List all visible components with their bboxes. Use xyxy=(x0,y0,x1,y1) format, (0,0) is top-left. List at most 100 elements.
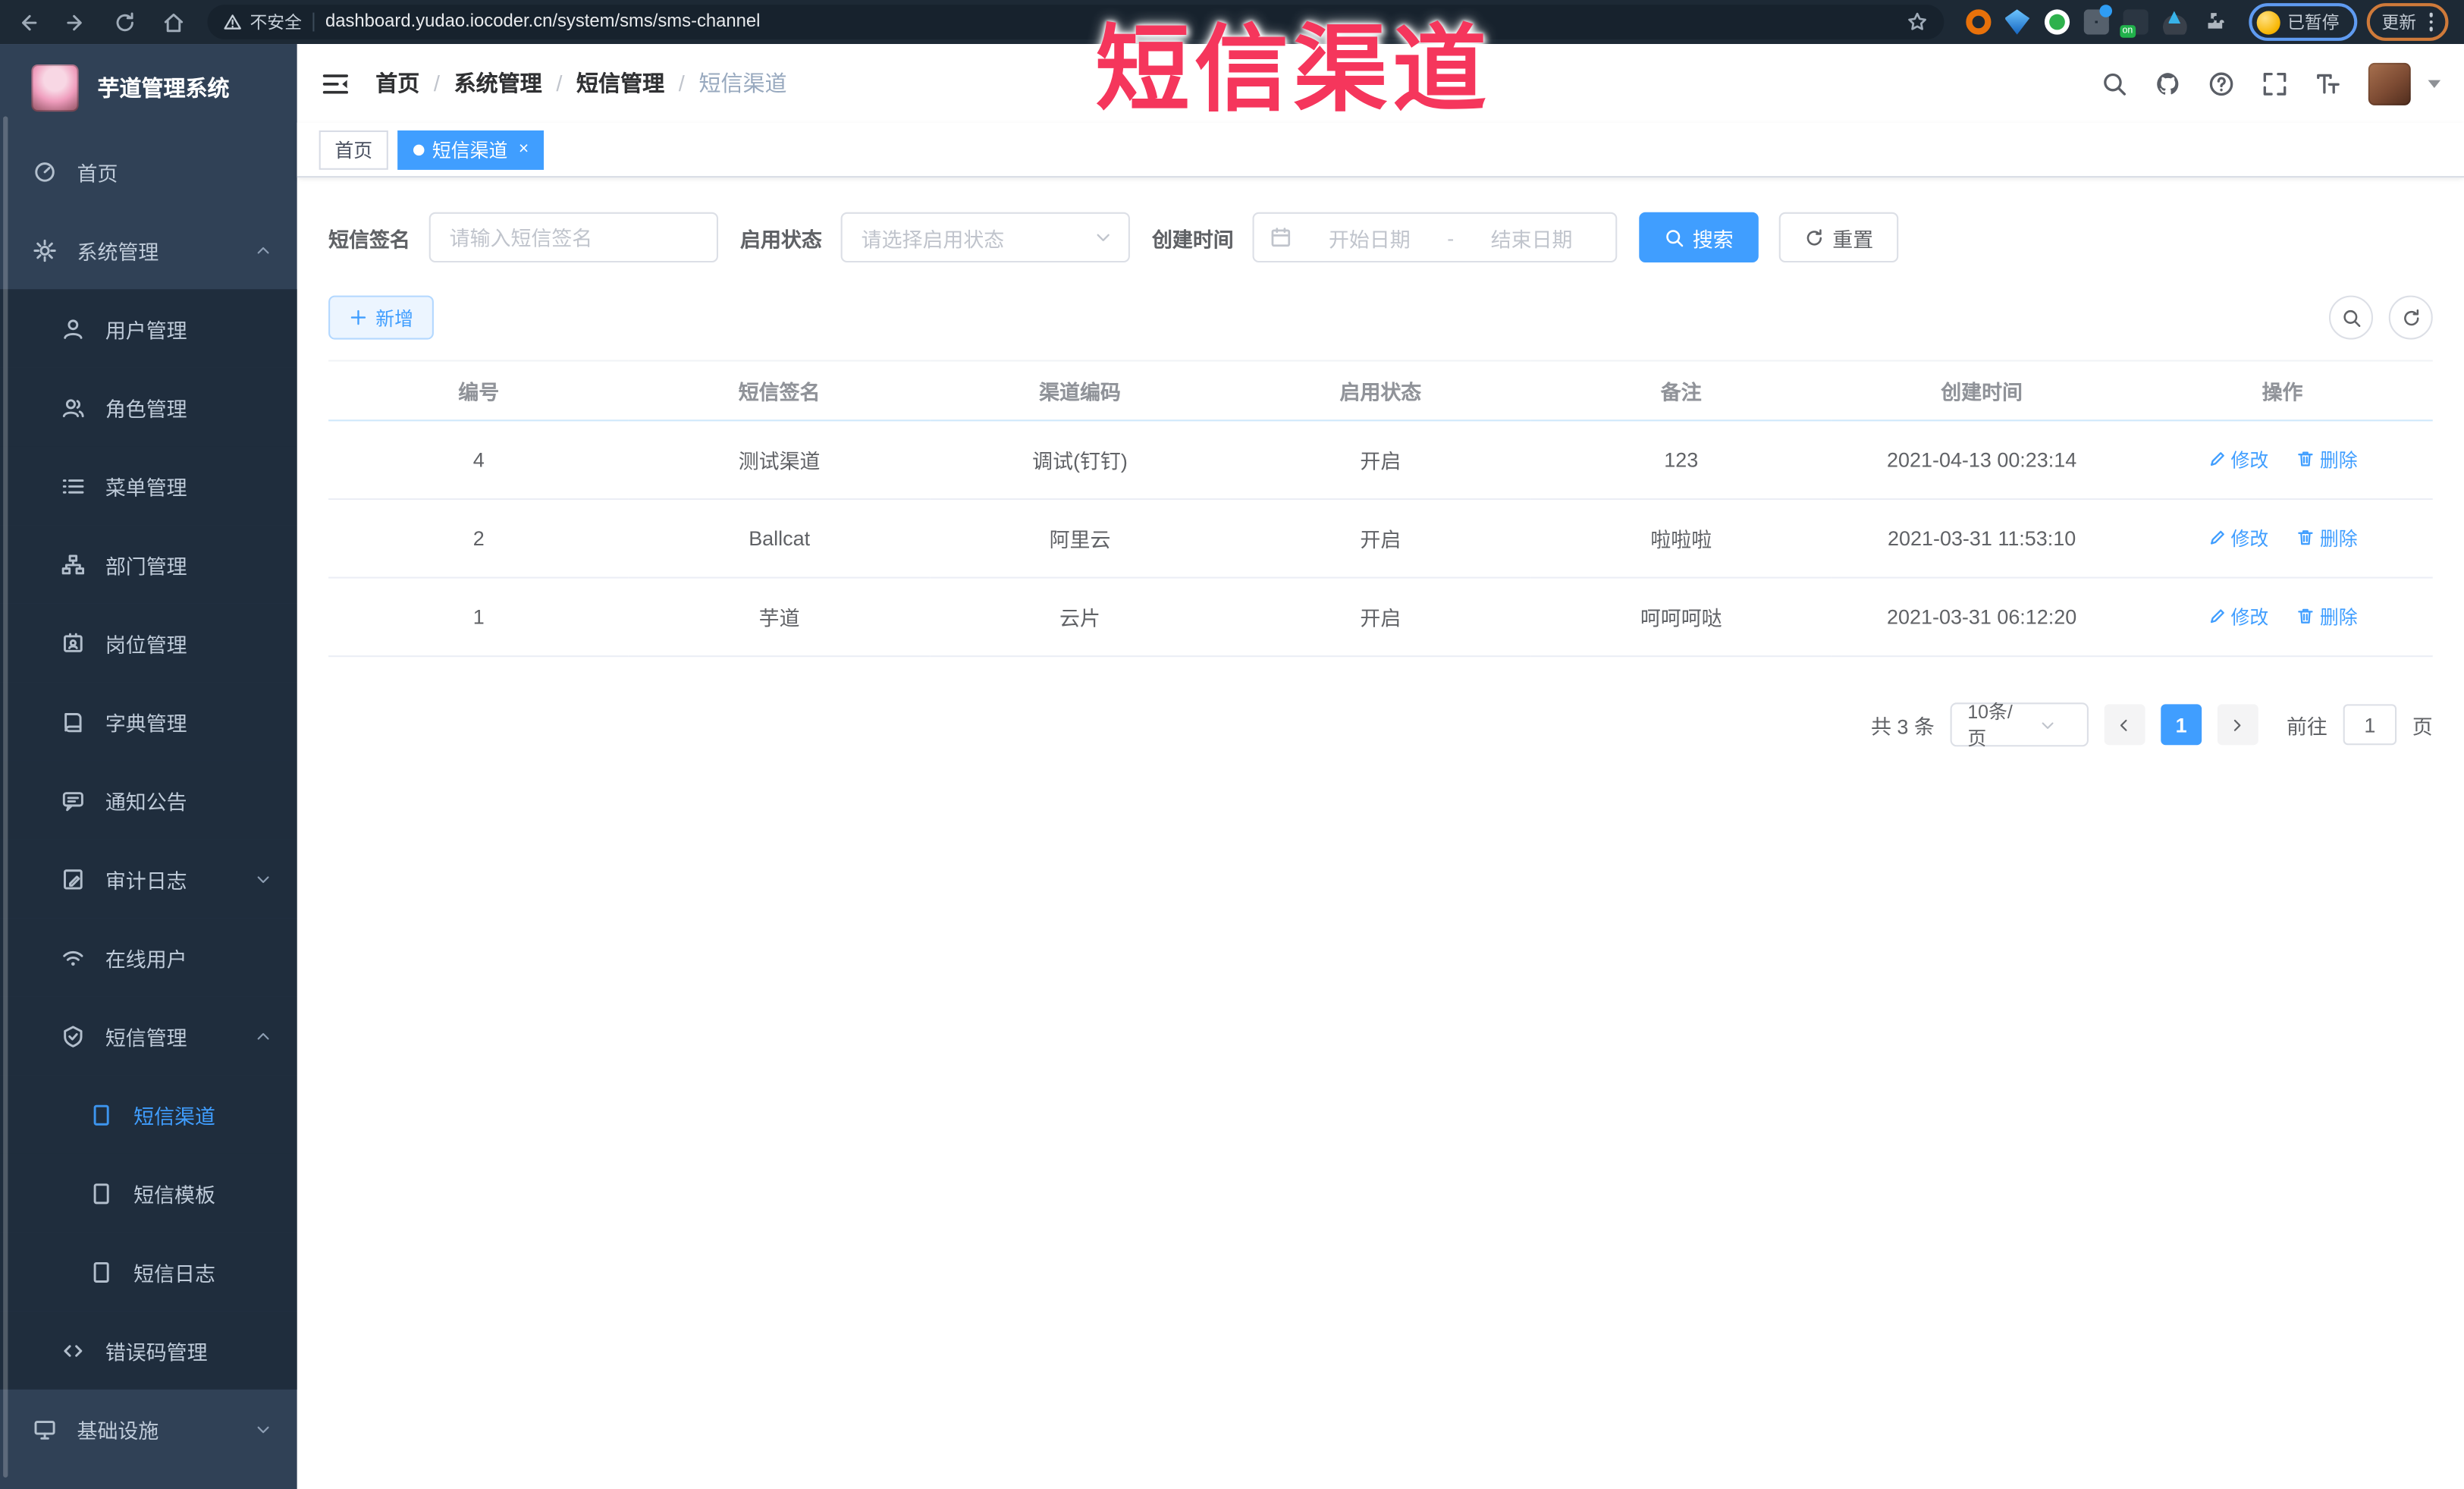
trash-icon xyxy=(2296,529,2315,548)
search-button[interactable]: 搜索 xyxy=(1639,212,1759,263)
github-icon[interactable] xyxy=(2155,70,2181,96)
delete-link[interactable]: 删除 xyxy=(2296,446,2358,473)
breadcrumb-home[interactable]: 首页 xyxy=(375,68,419,99)
sidebar-item-system[interactable]: 系统管理 xyxy=(0,211,297,290)
col-created: 创建时间 xyxy=(1831,360,2133,422)
add-button[interactable]: 新增 xyxy=(328,295,434,340)
sidebar-item-infra[interactable]: 基础设施 xyxy=(0,1390,297,1469)
sidebar-item-auditlog[interactable]: 审计日志 xyxy=(0,839,297,919)
paused-badge-label: 已暂停 xyxy=(2287,14,2340,33)
sidebar-item-errorcode[interactable]: 错误码管理 xyxy=(0,1311,297,1390)
bookmark-star-icon[interactable] xyxy=(1906,11,1928,33)
refresh-icon xyxy=(2400,307,2421,328)
page-size-select[interactable]: 10条/页 xyxy=(1950,701,2089,749)
sidebar-item-label: 通知公告 xyxy=(105,790,187,814)
sidebar-logo[interactable]: 芋道管理系统 xyxy=(0,44,297,132)
cell-id: 4 xyxy=(328,420,629,500)
status-select[interactable]: 请选择启用状态 xyxy=(840,212,1130,263)
cell-id: 1 xyxy=(328,577,629,658)
cell-code: 云片 xyxy=(929,577,1231,658)
cell-remark: 呵呵呵哒 xyxy=(1530,577,1832,658)
fullscreen-icon[interactable] xyxy=(2262,70,2288,96)
extension-onoff-icon[interactable]: on xyxy=(2119,9,2148,38)
toggle-search-button[interactable] xyxy=(2328,295,2374,340)
date-range-picker[interactable]: 开始日期 - 结束日期 xyxy=(1252,212,1618,263)
sidebar-item-label: 在线用户 xyxy=(105,947,187,971)
start-date-placeholder[interactable]: 开始日期 xyxy=(1301,222,1438,252)
reset-button[interactable]: 重置 xyxy=(1778,212,1899,263)
forward-icon[interactable] xyxy=(64,10,88,33)
home-icon[interactable] xyxy=(162,10,185,33)
cell-actions: 修改 删除 xyxy=(2132,498,2433,579)
breadcrumb-sms[interactable]: 短信管理 xyxy=(576,68,664,99)
status-select-placeholder: 请选择启用状态 xyxy=(861,227,1005,251)
help-icon[interactable] xyxy=(2208,70,2234,96)
sidebar-item-menus[interactable]: 菜单管理 xyxy=(0,446,297,526)
font-size-icon[interactable] xyxy=(2315,70,2341,96)
extension-sprout-icon[interactable] xyxy=(2161,9,2187,35)
address-bar[interactable]: 不安全 dashboard.yudao.iocoder.cn/system/sm… xyxy=(207,5,1944,39)
back-icon[interactable] xyxy=(16,10,39,33)
sidebar-item-depts[interactable]: 部门管理 xyxy=(0,525,297,604)
sidebar-item-users[interactable]: 用户管理 xyxy=(0,289,297,368)
breadcrumb: 首页 / 系统管理 / 短信管理 / 短信渠道 xyxy=(375,68,786,99)
sidebar-item-label: 短信日志 xyxy=(133,1261,215,1286)
tab-close-icon[interactable]: × xyxy=(519,140,529,158)
refresh-table-button[interactable] xyxy=(2388,295,2433,340)
sidebar-item-label: 短信管理 xyxy=(105,1026,187,1050)
sidebar-item-sms-template[interactable]: 短信模板 xyxy=(0,1153,297,1233)
delete-link[interactable]: 删除 xyxy=(2296,525,2358,551)
sidebar-item-online-users[interactable]: 在线用户 xyxy=(0,918,297,997)
update-badge[interactable]: 更新 xyxy=(2365,3,2449,41)
sidebar-item-home[interactable]: 首页 xyxy=(0,132,297,211)
browser-menu-icon[interactable] xyxy=(2428,13,2433,31)
url-divider xyxy=(312,12,315,32)
edit-link[interactable]: 修改 xyxy=(2207,525,2268,551)
search-icon[interactable] xyxy=(2101,70,2128,96)
active-tab-dot xyxy=(413,143,425,155)
tab-home[interactable]: 首页 xyxy=(319,129,388,169)
sidebar-item-dict[interactable]: 字典管理 xyxy=(0,682,297,761)
goto-page-input[interactable] xyxy=(2343,704,2397,746)
breadcrumb-system[interactable]: 系统管理 xyxy=(454,68,542,99)
table-row: 2 Ballcat 阿里云 开启 啦啦啦 2021-03-31 11:53:10… xyxy=(328,498,2433,579)
signature-input[interactable] xyxy=(428,212,719,263)
user-avatar[interactable] xyxy=(2368,61,2411,105)
prev-page-button[interactable] xyxy=(2104,704,2145,746)
avatar-caret-icon[interactable] xyxy=(2428,79,2441,88)
edit-link[interactable]: 修改 xyxy=(2207,446,2268,473)
delete-link[interactable]: 删除 xyxy=(2296,603,2358,630)
cell-code: 阿里云 xyxy=(929,498,1231,579)
filter-form: 短信签名 启用状态 请选择启用状态 创建时间 开始日期 - 结束日期 xyxy=(328,212,2433,263)
sidebar-item-notice[interactable]: 通知公告 xyxy=(0,760,297,840)
cell-status: 开启 xyxy=(1230,420,1531,500)
book-icon xyxy=(61,710,85,734)
extension-grid-icon[interactable] xyxy=(2083,5,2111,35)
menu-list-icon xyxy=(61,474,85,498)
sidebar-item-sms-channel[interactable]: 短信渠道 xyxy=(0,1075,297,1154)
chevron-down-icon xyxy=(1094,228,1113,247)
paused-badge[interactable]: 已暂停 xyxy=(2248,3,2357,41)
sidebar-toggle-icon[interactable] xyxy=(321,68,350,98)
extensions-puzzle-icon[interactable] xyxy=(2201,9,2226,34)
tab-sms-channel[interactable]: 短信渠道 × xyxy=(397,129,545,169)
next-page-button[interactable] xyxy=(2217,704,2258,746)
page-number-current[interactable]: 1 xyxy=(2161,704,2202,746)
sidebar-item-label: 用户管理 xyxy=(105,318,187,342)
edit-link[interactable]: 修改 xyxy=(2207,603,2268,630)
monitor-icon xyxy=(33,1417,57,1440)
reload-icon[interactable] xyxy=(113,10,137,33)
cell-signature: 测试渠道 xyxy=(629,420,930,500)
sidebar-item-posts[interactable]: 岗位管理 xyxy=(0,603,297,683)
sidebar-item-sms[interactable]: 短信管理 xyxy=(0,996,297,1076)
cell-created: 2021-03-31 11:53:10 xyxy=(1831,498,2133,579)
extension-green-icon[interactable] xyxy=(2043,9,2070,35)
sidebar-item-roles[interactable]: 角色管理 xyxy=(0,367,297,447)
extension-orange-icon[interactable] xyxy=(1965,9,1991,35)
end-date-placeholder[interactable]: 结束日期 xyxy=(1464,222,1600,252)
tags-view-bar: 首页 短信渠道 × xyxy=(297,122,2464,178)
extension-gem-icon[interactable] xyxy=(2004,9,2030,35)
sidebar-item-sms-log[interactable]: 短信日志 xyxy=(0,1232,297,1312)
security-warning[interactable]: 不安全 xyxy=(223,9,302,34)
online-signal-icon xyxy=(61,945,85,969)
